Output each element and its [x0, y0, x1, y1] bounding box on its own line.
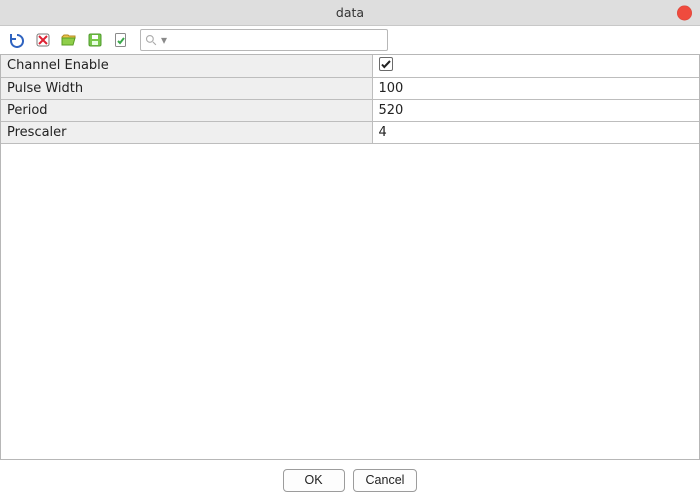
prop-label: Prescaler: [1, 121, 372, 143]
window-title: data: [336, 5, 364, 20]
prop-value-cell[interactable]: 4: [372, 121, 699, 143]
prop-label: Pulse Width: [1, 77, 372, 99]
validate-button[interactable]: [110, 29, 132, 51]
open-button[interactable]: [58, 29, 80, 51]
undo-icon: [9, 32, 25, 48]
table-row: Pulse Width 100: [1, 77, 699, 99]
search-dropdown-indicator[interactable]: ▾: [161, 34, 167, 46]
search-input[interactable]: [171, 32, 383, 48]
prop-value-cell[interactable]: 100: [372, 77, 699, 99]
undo-button[interactable]: [6, 29, 28, 51]
table-row: Prescaler 4: [1, 121, 699, 143]
checkbox-checked[interactable]: [379, 57, 393, 71]
save-icon: [87, 32, 103, 48]
search-field[interactable]: ▾: [140, 29, 388, 51]
breakpoint-remove-button[interactable]: [32, 29, 54, 51]
search-icon: [145, 34, 157, 46]
table-row: Channel Enable: [1, 55, 699, 77]
validate-icon: [113, 32, 129, 48]
dialog-buttons: OK Cancel: [0, 460, 700, 500]
window-close-button[interactable]: [677, 5, 692, 20]
cancel-button[interactable]: Cancel: [353, 469, 418, 492]
property-sheet: Channel Enable Pulse Width 100 Period 52…: [0, 54, 700, 460]
ok-button[interactable]: OK: [283, 469, 345, 492]
save-button[interactable]: [84, 29, 106, 51]
table-row: Period 520: [1, 99, 699, 121]
titlebar: data: [0, 0, 700, 26]
checkmark-icon: [380, 58, 392, 70]
property-table: Channel Enable Pulse Width 100 Period 52…: [1, 55, 699, 144]
toolbar: ▾: [0, 26, 700, 54]
prop-label: Period: [1, 99, 372, 121]
open-folder-icon: [61, 32, 77, 48]
breakpoint-remove-icon: [35, 32, 51, 48]
prop-value-cell[interactable]: [372, 55, 699, 77]
prop-label: Channel Enable: [1, 55, 372, 77]
prop-value-cell[interactable]: 520: [372, 99, 699, 121]
